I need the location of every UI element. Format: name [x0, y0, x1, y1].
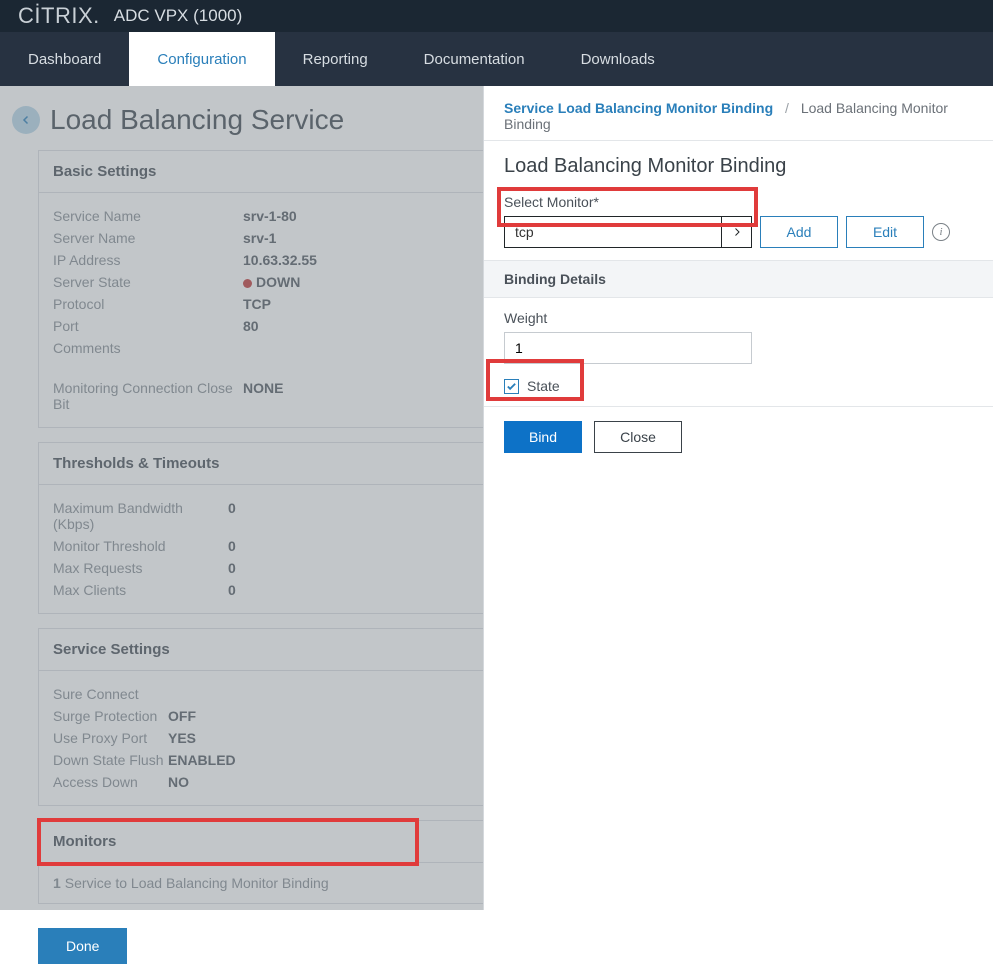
crumb-parent[interactable]: Service Load Balancing Monitor Binding [504, 100, 773, 116]
select-monitor-section: Select Monitor* Add Edit i [484, 194, 993, 260]
tab-reporting[interactable]: Reporting [275, 32, 396, 86]
citrix-logo: CİTRIX. [18, 3, 100, 29]
logo-part-a: CİTR [18, 3, 71, 28]
check-icon [506, 381, 517, 392]
side-panel: Service Load Balancing Monitor Binding /… [483, 86, 993, 910]
weight-input[interactable] [504, 332, 752, 364]
select-monitor-row: Add Edit i [504, 216, 973, 248]
close-button[interactable]: Close [594, 421, 682, 453]
binding-details-header: Binding Details [484, 260, 993, 298]
product-name: ADC VPX (1000) [114, 6, 243, 26]
done-button[interactable]: Done [38, 928, 127, 964]
info-icon[interactable]: i [932, 223, 950, 241]
breadcrumb: Service Load Balancing Monitor Binding /… [484, 86, 993, 141]
tab-dashboard[interactable]: Dashboard [0, 32, 129, 86]
logo-part-b: I [71, 3, 78, 28]
state-checkbox-row: State [504, 378, 973, 394]
brand-bar: CİTRIX. ADC VPX (1000) [0, 0, 993, 32]
select-monitor-label: Select Monitor* [504, 194, 973, 210]
crumb-sep: / [777, 100, 797, 116]
add-button[interactable]: Add [760, 216, 838, 248]
bind-button[interactable]: Bind [504, 421, 582, 453]
side-panel-actions: Bind Close [484, 406, 993, 467]
select-monitor-dropdown-button[interactable] [721, 217, 751, 247]
chevron-right-icon [731, 226, 743, 238]
edit-button[interactable]: Edit [846, 216, 924, 248]
modal-backdrop [0, 86, 483, 910]
binding-details-section: Weight State [484, 298, 993, 406]
tab-documentation[interactable]: Documentation [396, 32, 553, 86]
weight-label: Weight [504, 310, 973, 326]
tab-configuration[interactable]: Configuration [129, 32, 274, 86]
select-monitor-input[interactable] [505, 224, 721, 240]
select-monitor-combobox[interactable] [504, 216, 752, 248]
side-panel-title: Load Balancing Monitor Binding [484, 141, 993, 194]
state-checkbox[interactable] [504, 379, 519, 394]
state-label: State [527, 378, 560, 394]
tab-downloads[interactable]: Downloads [553, 32, 683, 86]
logo-part-c: X [78, 3, 93, 28]
main-nav: Dashboard Configuration Reporting Docume… [0, 32, 993, 86]
